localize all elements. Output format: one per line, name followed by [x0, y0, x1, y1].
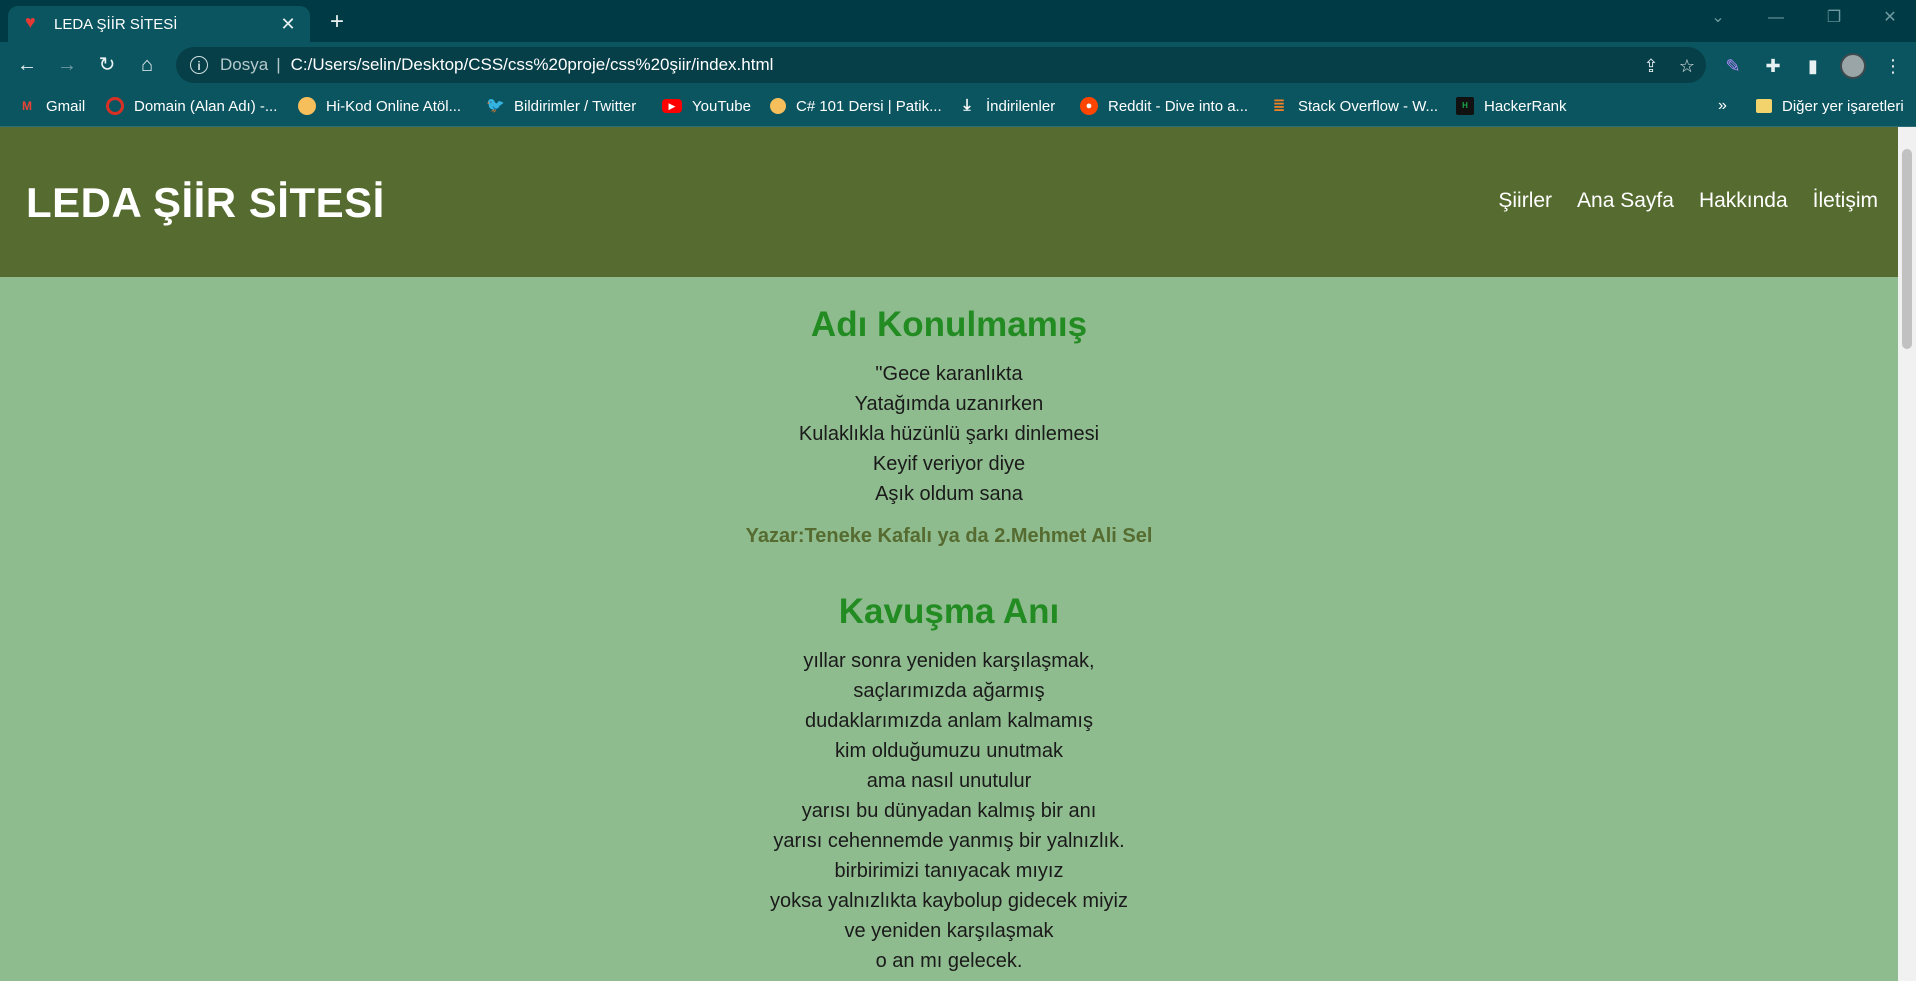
- menu-kebab-icon[interactable]: ⋮: [1880, 53, 1906, 79]
- bookmarks-bar: M Gmail Domain (Alan Adı) -... Hi-Kod On…: [0, 88, 1916, 127]
- poem-line: yıllar sonra yeniden karşılaşmak,: [803, 650, 1095, 672]
- nav-link-iletisim[interactable]: İletişim: [1813, 189, 1878, 213]
- bookmark-label: Domain (Alan Adı) -...: [134, 97, 278, 115]
- tab-strip: LEDA ŞİİR SİTESİ ✕ + ⌄ — ❐ ✕: [0, 0, 1916, 42]
- bookmark-label: Stack Overflow - W...: [1298, 97, 1439, 115]
- address-scheme: Dosya: [220, 55, 269, 74]
- poem-line: ve yeniden karşılaşmak: [844, 920, 1054, 942]
- poem-line: yarısı bu dünyadan kalmış bir anı: [801, 800, 1097, 822]
- home-icon[interactable]: ⌂: [133, 51, 161, 79]
- bookmarks-overflow-button[interactable]: »: [1718, 88, 1727, 124]
- site-nav: Şiirler Ana Sayfa Hakkında İletişim: [1473, 189, 1878, 213]
- bookmark-label: Reddit - Dive into a...: [1108, 97, 1249, 115]
- bookmark-item[interactable]: ● Reddit - Dive into a...: [1080, 88, 1248, 124]
- forward-arrow-icon[interactable]: →: [53, 51, 81, 79]
- bookmark-label: Bildirimler / Twitter: [514, 97, 637, 115]
- bookmark-label: İndirilenler: [986, 97, 1056, 115]
- poem-line: Yatağımda uzanırken: [854, 393, 1044, 415]
- poem-line: ama nasıl unutulur: [866, 770, 1032, 792]
- bookmark-item[interactable]: Domain (Alan Adı) -...: [106, 88, 277, 124]
- poem-title: Kavuşma Anı: [838, 592, 1060, 631]
- bookmark-label: Gmail: [46, 97, 86, 115]
- restore-button[interactable]: ❐: [1806, 0, 1862, 36]
- other-bookmarks-label: Diğer yer işaretleri: [1782, 97, 1904, 115]
- bookmark-item[interactable]: M Gmail: [18, 88, 85, 124]
- hackerrank-icon: H: [1456, 97, 1474, 115]
- bookmark-item[interactable]: ⤓ İndirilenler: [958, 88, 1055, 124]
- gmail-icon: M: [22, 99, 32, 113]
- poem-author: Yazar:Teneke Kafalı ya da 2.Mehmet Ali S…: [745, 525, 1153, 547]
- tab-search-icon[interactable]: ⌄: [1690, 0, 1746, 36]
- nav-link-ana-sayfa[interactable]: Ana Sayfa: [1577, 189, 1674, 213]
- extension-feather-icon[interactable]: ✎: [1720, 53, 1746, 79]
- bookmark-label: C# 101 Dersi | Patik...: [796, 97, 942, 115]
- domain-icon: [106, 97, 124, 115]
- poem-section: Adı Konulmamış "Gece karanlıkta Yatağımd…: [0, 305, 1898, 548]
- address-url[interactable]: C:/Users/selin/Desktop/CSS/css%20proje/c…: [291, 55, 774, 75]
- site-header: LEDA ŞİİR SİTESİ Şiirler Ana Sayfa Hakkı…: [0, 127, 1898, 277]
- bookmark-item[interactable]: C# 101 Dersi | Patik...: [770, 88, 942, 124]
- browser-toolbar: ← → ↻ ⌂ i Dosya | C:/Users/selin/Desktop…: [0, 42, 1916, 88]
- poem-title: Adı Konulmamış: [810, 305, 1088, 344]
- twitter-icon: 🐦: [486, 97, 505, 114]
- folder-icon: [1756, 99, 1772, 113]
- scrollbar-thumb[interactable]: [1902, 149, 1912, 349]
- poem-line: saçlarımızda ağarmış: [853, 680, 1045, 702]
- profile-avatar[interactable]: [1840, 53, 1866, 79]
- download-icon: ⤓: [963, 97, 971, 114]
- poem-section: Kavuşma Anı yıllar sonra yeniden karşıla…: [0, 592, 1898, 976]
- heart-favicon-icon: [24, 12, 44, 33]
- close-window-button[interactable]: ✕: [1862, 0, 1916, 36]
- poem-line: Keyif veriyor diye: [872, 453, 1026, 475]
- bookmark-item[interactable]: ≣ Stack Overflow - W...: [1270, 88, 1438, 124]
- poem-line: yarısı cehennemde yanmış bir yalnızlık.: [773, 830, 1125, 852]
- poem-line: Kulaklıkla hüzünlü şarkı dinlemesi: [798, 423, 1100, 445]
- bookmark-label: YouTube: [692, 97, 751, 115]
- minimize-button[interactable]: —: [1748, 0, 1804, 36]
- hikod-icon: [298, 97, 316, 115]
- patika-icon: [770, 98, 786, 114]
- bookmark-item[interactable]: ▶ YouTube: [662, 88, 751, 124]
- other-bookmarks-folder[interactable]: Diğer yer işaretleri: [1756, 88, 1904, 124]
- bookmark-label: Hi-Kod Online Atöl...: [326, 97, 462, 115]
- poem-line: Aşık oldum sana: [875, 483, 1023, 505]
- nav-link-siirler[interactable]: Şiirler: [1498, 189, 1552, 213]
- poem-line: dudaklarımızda anlam kalmamış: [805, 710, 1093, 732]
- poem-line: birbirimizi tanıyacak mıyız: [834, 860, 1064, 882]
- side-panel-icon[interactable]: ▮: [1800, 53, 1826, 79]
- browser-tab-active[interactable]: LEDA ŞİİR SİTESİ ✕: [8, 6, 310, 42]
- poem-line: o an mı gelecek.: [875, 950, 1023, 972]
- nav-link-hakkinda[interactable]: Hakkında: [1699, 189, 1788, 213]
- reddit-icon: ●: [1080, 97, 1098, 115]
- bookmark-item[interactable]: Hi-Kod Online Atöl...: [298, 88, 461, 124]
- bookmark-item[interactable]: H HackerRank: [1456, 88, 1567, 124]
- address-bar[interactable]: i Dosya | C:/Users/selin/Desktop/CSS/css…: [176, 47, 1706, 83]
- poem-line: kim olduğumuzu unutmak: [835, 740, 1063, 762]
- tab-title: LEDA ŞİİR SİTESİ: [54, 15, 178, 33]
- back-arrow-icon[interactable]: ←: [13, 51, 41, 79]
- bookmark-item[interactable]: 🐦 Bildirimler / Twitter: [486, 88, 636, 124]
- reload-icon[interactable]: ↻: [93, 51, 121, 79]
- site-info-icon[interactable]: i: [190, 56, 208, 74]
- page-scrollbar[interactable]: [1898, 127, 1916, 981]
- bookmark-star-icon[interactable]: ☆: [1676, 55, 1698, 77]
- stackoverflow-icon: ≣: [1272, 97, 1286, 114]
- site-title: LEDA ŞİİR SİTESİ: [26, 179, 385, 226]
- page-viewport: LEDA ŞİİR SİTESİ Şiirler Ana Sayfa Hakkı…: [0, 127, 1898, 981]
- extensions-puzzle-icon[interactable]: ✚: [1760, 53, 1786, 79]
- poem-line: yoksa yalnızlıkta kaybolup gidecek miyiz: [770, 890, 1128, 912]
- youtube-icon: ▶: [662, 99, 682, 113]
- close-tab-icon[interactable]: ✕: [274, 14, 302, 35]
- share-icon[interactable]: ⇪: [1640, 55, 1662, 77]
- poem-line: "Gece karanlıkta: [875, 363, 1023, 385]
- bookmark-label: HackerRank: [1484, 97, 1567, 115]
- address-separator: |: [276, 55, 281, 74]
- new-tab-button[interactable]: +: [322, 8, 352, 36]
